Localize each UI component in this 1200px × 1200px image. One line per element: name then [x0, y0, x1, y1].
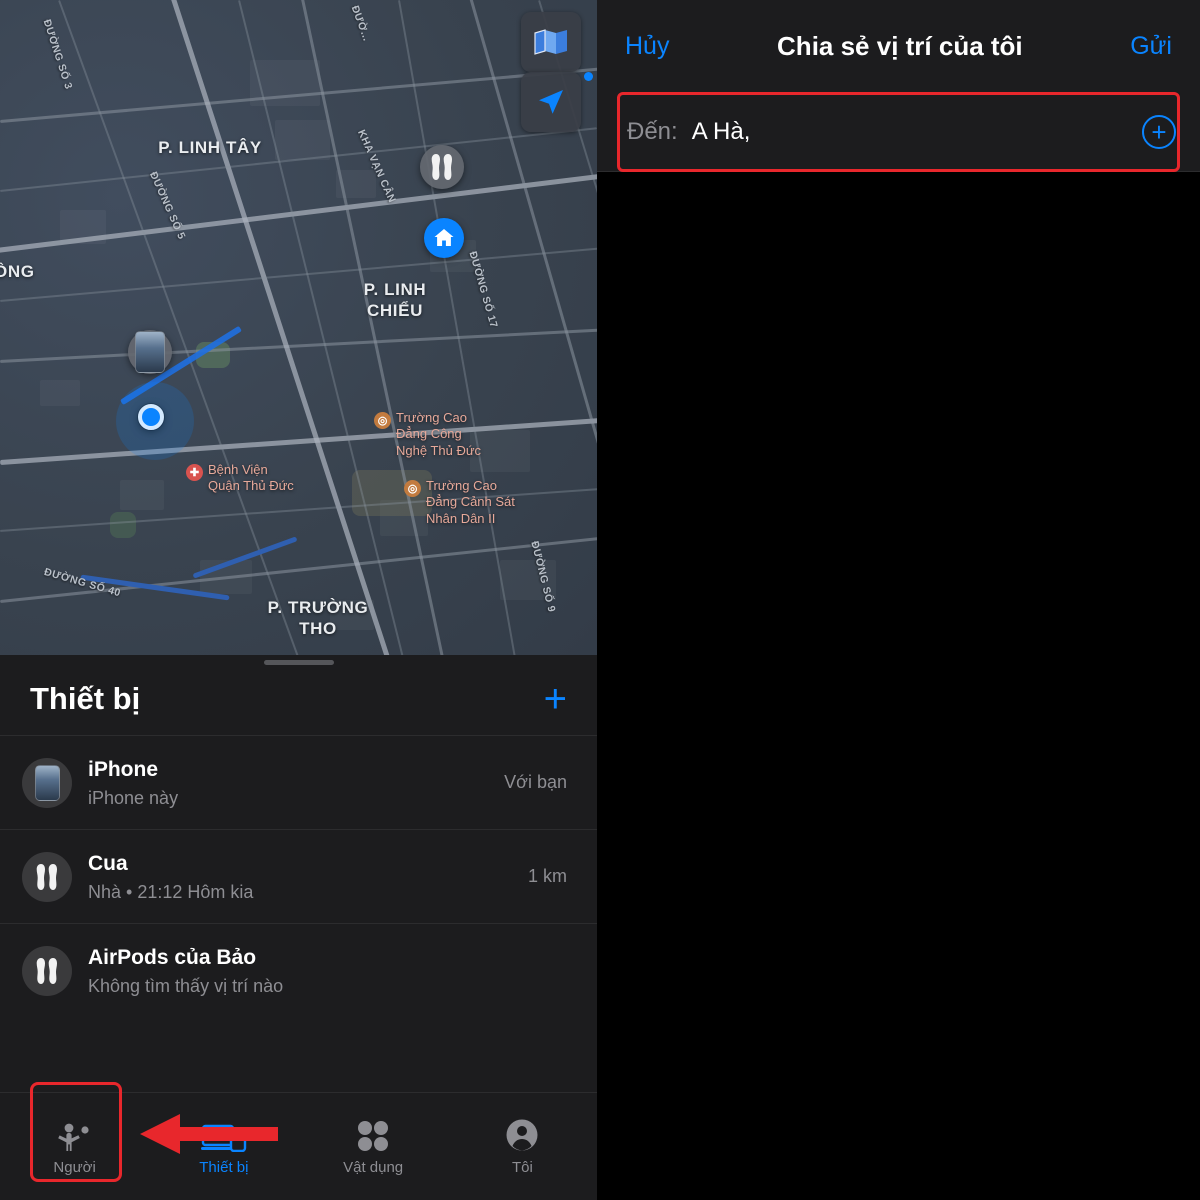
device-subtitle: Không tìm thấy vị trí nào	[88, 975, 284, 996]
items-glyph	[358, 1120, 389, 1151]
map-style-button[interactable]	[521, 12, 581, 72]
sheet-grabber[interactable]	[263, 660, 334, 665]
device-info: AirPods của Bảo Không tìm thấy vị trí nà…	[88, 944, 551, 996]
arrow-left-icon	[140, 1114, 278, 1154]
tab-people[interactable]: Người	[0, 1118, 149, 1176]
map-marker-home[interactable]	[424, 218, 464, 258]
map-area-label: P. LINH CHIỂU	[363, 280, 427, 320]
college-icon: ◎	[374, 412, 391, 429]
device-info: iPhone iPhone này	[88, 756, 488, 808]
map-area-label: ỒNG	[0, 262, 35, 281]
airpods-glyph	[36, 863, 57, 890]
list-item[interactable]: Cua Nhà • 21:12 Hôm kia 1 km	[0, 829, 597, 923]
hospital-icon: ✚	[186, 464, 203, 481]
screenshot-root: P. LINH TÂY P. LINH CHIỂU P. TRƯỜNG THO …	[0, 0, 1200, 1200]
home-icon	[424, 218, 464, 258]
recipient-label: Đến:	[627, 117, 678, 145]
device-name: AirPods của Bảo	[88, 946, 257, 970]
iphone-thumbnail	[34, 764, 60, 801]
people-icon	[55, 1118, 95, 1152]
share-location-screen: Hủy Chia sẻ vị trí của tôi Gửi Đến: A Hà…	[597, 0, 1200, 1200]
sheet-title: Thiết bị	[30, 681, 141, 716]
locate-arrow-icon	[539, 90, 563, 114]
map-marker-airpods[interactable]	[420, 145, 464, 189]
page-title: Chia sẻ vị trí của tôi	[777, 30, 1023, 61]
map-block	[120, 480, 164, 510]
tab-label: Thiết bị	[199, 1158, 249, 1176]
map-poi-label: Trường Cao Đẳng Cảnh Sát Nhân Dân II	[426, 478, 515, 526]
map-poi-police-college[interactable]: ◎ Trường Cao Đẳng Cảnh Sát Nhân Dân II	[404, 478, 515, 527]
tab-label: Vật dụng	[343, 1158, 404, 1176]
locate-me-button[interactable]	[521, 72, 581, 132]
device-name: iPhone	[88, 758, 159, 782]
send-button[interactable]: Gửi	[1130, 32, 1172, 61]
map-poi-college[interactable]: ◎ Trường Cao Đẳng Công Nghệ Thủ Đức	[374, 410, 481, 459]
find-my-screen: P. LINH TÂY P. LINH CHIỂU P. TRƯỜNG THO …	[0, 0, 597, 1200]
map-block	[40, 380, 80, 406]
iphone-marker-icon	[128, 330, 172, 374]
map-current-location	[116, 382, 194, 460]
sheet-header: Thiết bị +	[0, 655, 597, 729]
map-edge-indicator	[584, 72, 593, 81]
device-status: 1 km	[527, 866, 567, 886]
map-poi-hospital[interactable]: ✚ Bệnh Viện Quận Thủ Đức	[186, 462, 294, 495]
tab-me[interactable]: Tôi	[448, 1118, 597, 1176]
person-circle-glyph	[506, 1119, 538, 1150]
device-status: Với bạn	[504, 772, 567, 792]
map-area-label: P. TRƯỜNG THO	[267, 598, 369, 638]
device-subtitle: iPhone này	[88, 787, 179, 808]
items-icon	[355, 1118, 391, 1152]
airpods-icon	[22, 945, 72, 996]
pointer-arrow	[140, 1112, 280, 1156]
airpods-glyph	[36, 957, 57, 984]
list-item[interactable]: AirPods của Bảo Không tìm thấy vị trí nà…	[0, 923, 597, 1017]
tab-bar: Người Thiết bị Vật dụng Tôi	[0, 1092, 597, 1200]
map-poi-label: Trường Cao Đẳng Công Nghệ Thủ Đức	[396, 410, 482, 458]
device-subtitle: Nhà • 21:12 Hôm kia	[88, 881, 254, 902]
device-info: Cua Nhà • 21:12 Hôm kia	[88, 850, 512, 902]
person-circle-icon	[505, 1118, 539, 1152]
location-accuracy-halo	[116, 382, 194, 460]
recipient-value[interactable]: A Hà,	[692, 118, 1142, 146]
iphone-thumbnail	[135, 331, 165, 373]
share-nav-bar: Hủy Chia sẻ vị trí của tôi Gửi	[597, 0, 1200, 92]
add-contact-icon[interactable]: +	[1142, 114, 1176, 149]
map-view[interactable]: P. LINH TÂY P. LINH CHIỂU P. TRƯỜNG THO …	[0, 0, 597, 655]
device-name: Cua	[88, 852, 128, 876]
airpods-icon	[22, 851, 72, 902]
people-glyph	[57, 1123, 89, 1151]
cancel-button[interactable]: Hủy	[625, 32, 669, 61]
list-item[interactable]: iPhone iPhone này Với bạn	[0, 735, 597, 829]
map-area-label: P. LINH TÂY	[158, 138, 262, 157]
home-glyph	[434, 229, 454, 246]
tab-items[interactable]: Vật dụng	[299, 1118, 448, 1176]
college-icon: ◎	[404, 480, 421, 497]
map-marker-iphone[interactable]	[128, 330, 172, 374]
recipient-field[interactable]: Đến: A Hà, +	[597, 92, 1200, 172]
airpods-glyph	[431, 154, 452, 180]
tab-label: Tôi	[511, 1158, 533, 1176]
iphone-icon	[22, 757, 72, 808]
map-poi-label: Bệnh Viện Quận Thủ Đức	[208, 462, 294, 494]
airpods-icon	[420, 145, 464, 189]
share-body	[597, 172, 1200, 1200]
add-device-button[interactable]: +	[544, 679, 567, 719]
device-list: iPhone iPhone này Với bạn Cua Nhà • 21:1…	[0, 735, 597, 1017]
map-icon	[534, 29, 567, 55]
tab-label: Người	[53, 1158, 96, 1176]
map-park	[110, 512, 136, 538]
